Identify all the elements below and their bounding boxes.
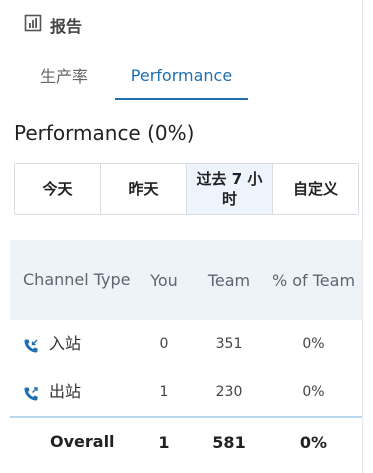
panel-header: 报告 <box>24 12 82 38</box>
outbound-call-icon <box>23 384 39 401</box>
you-value: 1 <box>159 384 169 400</box>
time-range-selector: 今天 昨天 过去 7 小时 自定义 <box>14 163 359 215</box>
col-header-pct-team: % of Team <box>271 270 356 290</box>
team-value: 230 <box>215 384 243 400</box>
tab-performance[interactable]: Performance <box>115 52 248 100</box>
tab-bar: 生产率 Performance <box>0 52 362 100</box>
performance-table: Channel Type You Team % of Team 入站 0 351… <box>10 240 362 466</box>
inbound-call-icon <box>23 336 39 353</box>
channel-label: 入站 <box>49 334 82 353</box>
table-header: Channel Type You Team % of Team <box>10 240 362 320</box>
col-header-you: You <box>150 270 178 290</box>
overall-you-value: 1 <box>158 432 170 452</box>
bar-chart-icon <box>24 14 42 36</box>
pct-team-value: 0% <box>302 384 325 400</box>
channel-label: 出站 <box>49 382 82 401</box>
col-header-channel-type: Channel Type <box>23 270 131 289</box>
reports-panel: 报告 生产率 Performance Performance (0%) 今天 昨… <box>0 0 363 473</box>
range-custom-button[interactable]: 自定义 <box>273 164 358 214</box>
overall-row: Overall 1 581 0% <box>10 416 362 466</box>
pct-team-value: 0% <box>302 336 325 352</box>
overall-label: Overall <box>50 432 115 451</box>
team-value: 351 <box>215 336 243 352</box>
range-yesterday-button[interactable]: 昨天 <box>101 164 187 214</box>
section-title: Performance (0%) <box>14 121 195 145</box>
col-header-team: Team <box>207 270 251 290</box>
range-last-7-hours-button[interactable]: 过去 7 小时 <box>187 164 273 214</box>
panel-title: 报告 <box>50 17 83 36</box>
overall-team-value: 581 <box>212 432 246 452</box>
range-today-button[interactable]: 今天 <box>15 164 101 214</box>
you-value: 0 <box>159 336 169 352</box>
tab-productivity[interactable]: 生产率 <box>24 52 104 98</box>
table-row: 出站 1 230 0% <box>10 368 362 416</box>
table-row: 入站 0 351 0% <box>10 320 362 368</box>
overall-pct-team-value: 0% <box>299 432 328 452</box>
